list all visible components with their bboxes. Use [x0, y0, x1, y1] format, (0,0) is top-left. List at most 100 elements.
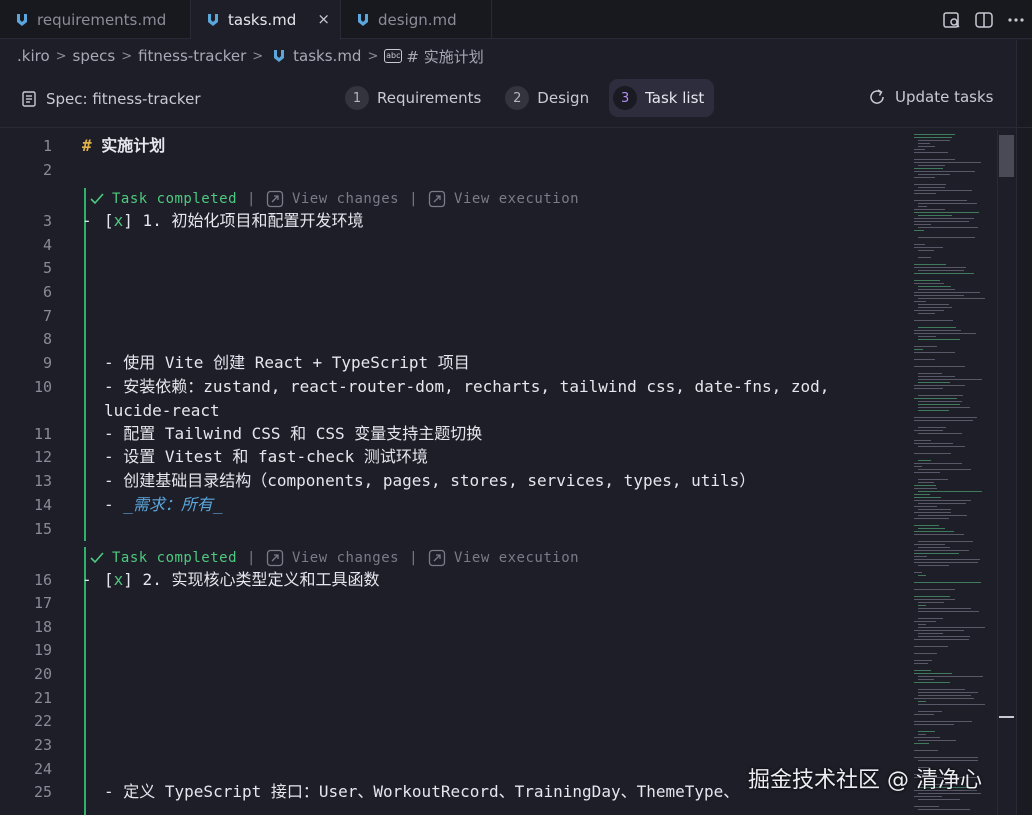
vertical-scrollbar[interactable] [997, 130, 1015, 815]
minimap-line [914, 359, 935, 360]
open-preview-icon[interactable] [936, 11, 968, 29]
minimap-line [914, 472, 940, 473]
line-number: 13 [33, 472, 52, 490]
minimap-line [918, 692, 978, 693]
minimap-line [914, 485, 936, 486]
minimap-line [918, 734, 926, 735]
minimap-line [918, 565, 949, 566]
minimap-line [914, 724, 954, 725]
breadcrumb-item[interactable]: fitness-tracker [138, 47, 246, 65]
minimap-line [918, 503, 966, 504]
minimap-line [914, 200, 967, 201]
view-changes-icon [266, 190, 284, 208]
step-label: Requirements [377, 89, 482, 107]
view-execution-icon [428, 549, 446, 567]
line-number: 18 [33, 618, 52, 636]
step-label: Design [537, 89, 590, 107]
update-tasks-button[interactable]: Update tasks [868, 88, 993, 106]
breadcrumb-item[interactable]: tasks.md [293, 47, 361, 65]
minimap[interactable] [908, 130, 996, 815]
scroll-position-marker [999, 716, 1014, 718]
minimap-line [914, 544, 945, 545]
side-panel-edge [1016, 40, 1032, 815]
minimap-line [914, 806, 939, 807]
minimap-line [918, 174, 950, 175]
line-number: 25 [33, 783, 52, 801]
minimap-line [914, 660, 932, 661]
step-task-list[interactable]: 3 Task list [609, 79, 715, 117]
tab-design[interactable]: design.md [341, 0, 492, 39]
minimap-line [914, 562, 978, 563]
minimap-line [914, 553, 959, 554]
view-changes-link[interactable]: View changes [292, 191, 399, 207]
task-2-codelens: Task completed | View changes | View exe… [90, 547, 579, 569]
minimap-line [918, 270, 964, 271]
update-tasks-label: Update tasks [895, 88, 994, 106]
minimap-line [914, 193, 936, 194]
checkbox-close: ] [123, 570, 133, 589]
minimap-line [914, 646, 948, 647]
minimap-line [918, 627, 985, 628]
minimap-line [914, 292, 980, 293]
step-design[interactable]: 2 Design [501, 79, 599, 117]
step-label: Task list [645, 89, 705, 107]
minimap-line [918, 307, 952, 308]
minimap-line [918, 237, 975, 238]
tab-bar: requirements.md tasks.md × design.md [0, 0, 1032, 40]
view-execution-link[interactable]: View execution [454, 550, 579, 566]
refresh-icon [870, 89, 884, 104]
minimap-line [918, 605, 926, 606]
chevron-right-icon: > [252, 48, 264, 64]
view-execution-link[interactable]: View execution [454, 191, 579, 207]
chevron-right-icon: > [367, 48, 379, 64]
minimap-line [918, 731, 935, 732]
minimap-line [918, 689, 965, 690]
heading-line: # 实施计划 [82, 135, 165, 157]
watermark-text: 掘金技术社区 @ 清净心 [748, 768, 982, 793]
minimap-line [918, 608, 971, 609]
minimap-line [914, 531, 954, 532]
checkbox-mark[interactable]: x [114, 211, 124, 230]
minimap-line [918, 679, 934, 680]
markdown-file-icon [17, 13, 27, 26]
minimap-line [914, 283, 944, 284]
minimap-line [914, 463, 962, 464]
minimap-line [914, 518, 949, 519]
minimap-line [918, 676, 983, 677]
minimap-line [914, 134, 955, 135]
separator: | [247, 191, 256, 207]
line-number: 3 [42, 212, 52, 230]
minimap-line [914, 168, 943, 169]
minimap-line [914, 149, 925, 150]
line-number: 9 [42, 354, 52, 372]
view-changes-link[interactable]: View changes [292, 550, 399, 566]
minimap-line [918, 433, 962, 434]
markdown-file-icon [208, 14, 218, 26]
breadcrumb-item[interactable]: # 实施计划 [406, 46, 483, 67]
minimap-line [914, 621, 936, 622]
minimap-line [914, 497, 941, 498]
split-editor-icon[interactable] [968, 11, 1000, 29]
checkbox-mark[interactable]: x [114, 570, 124, 589]
line-number: 17 [33, 594, 52, 612]
step-requirements[interactable]: 1 Requirements [341, 79, 491, 117]
close-tab-icon[interactable]: × [317, 10, 330, 28]
tab-tasks[interactable]: tasks.md × [191, 0, 341, 40]
minimap-line [918, 140, 950, 141]
more-actions-icon[interactable] [1000, 11, 1032, 29]
code-editor[interactable]: 1 2 3 4 5 6 7 8 9 10 11 12 13 14 15 16 1… [0, 130, 1000, 815]
minimap-line [914, 506, 937, 507]
minimap-line [914, 453, 951, 454]
minimap-line [914, 500, 971, 501]
minimap-line [914, 264, 946, 265]
breadcrumb-item[interactable]: specs [73, 47, 116, 65]
minimap-line [914, 295, 964, 296]
breadcrumb-item[interactable]: .kiro [17, 47, 50, 65]
minimap-line [914, 280, 940, 281]
minimap-line [918, 515, 967, 516]
separator: | [409, 550, 419, 566]
tab-requirements[interactable]: requirements.md [0, 0, 191, 39]
list-item: - 创建基础目录结构（components, pages, stores, se… [104, 471, 756, 490]
minimap-line [914, 653, 937, 654]
scrollbar-thumb[interactable] [999, 135, 1014, 177]
